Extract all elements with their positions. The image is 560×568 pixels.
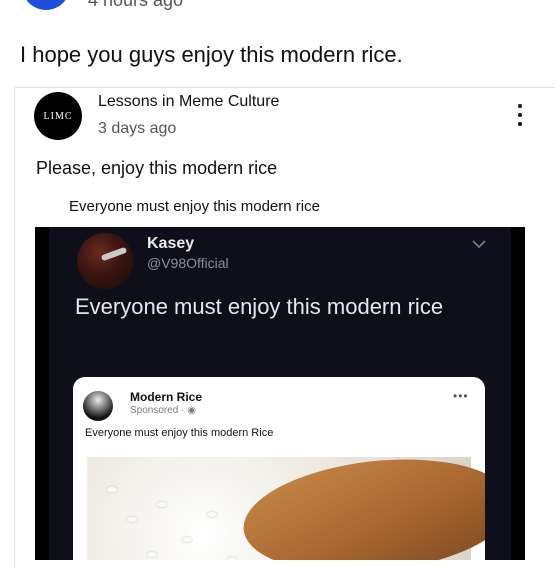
microphone-icon [100, 246, 128, 262]
ad-name: Modern Rice [130, 390, 203, 404]
image-header-bar: Everyone must enjoy this modern rice [35, 189, 525, 227]
ad-sponsored-label: Sponsored · ◉ [130, 405, 196, 416]
channel-avatar[interactable]: LIMC [34, 92, 82, 140]
channel-name[interactable]: Lessons in Meme Culture [98, 93, 279, 111]
post-timestamp: 4 hours ago [88, 0, 184, 10]
tweet-avatar [77, 233, 133, 289]
shared-caption: Please, enjoy this modern rice [36, 158, 278, 178]
ad-more-icon: ••• [453, 389, 469, 403]
tweet-author-name: Kasey [147, 235, 195, 252]
image-left-bar [35, 227, 49, 560]
image-header-text: Everyone must enjoy this modern rice [69, 198, 320, 215]
chevron-down-icon [472, 236, 488, 252]
more-options-icon[interactable] [512, 100, 528, 130]
ad-card: Modern Rice Sponsored · ◉ ••• Everyone m… [73, 377, 485, 560]
channel-avatar-text: LIMC [43, 110, 73, 122]
shared-timestamp: 3 days ago [98, 120, 177, 137]
post-text: I hope you guys enjoy this modern rice. [20, 42, 403, 67]
tweet-author-handle: @V98Official [147, 255, 229, 271]
tweet-text: Everyone must enjoy this modern rice [75, 294, 444, 319]
meme-image[interactable]: Everyone must enjoy this modern rice Kas… [35, 189, 525, 560]
image-right-bar [511, 227, 525, 560]
ad-caption: Everyone must enjoy this modern Rice [85, 427, 274, 439]
ad-avatar [83, 391, 113, 421]
poster-avatar[interactable] [22, 0, 70, 10]
